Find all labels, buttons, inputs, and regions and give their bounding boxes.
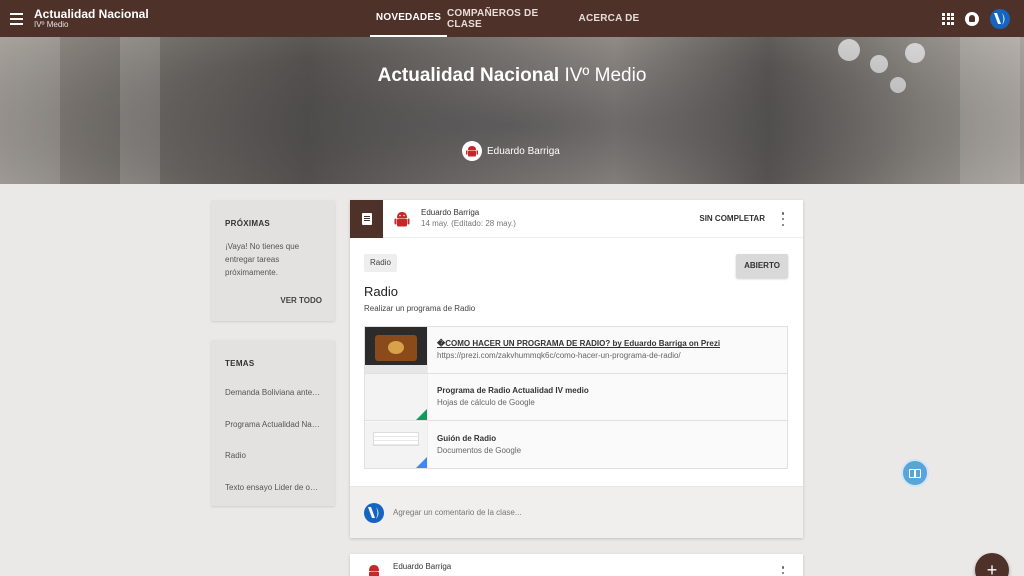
class-title-block: Actualidad Nacional IVº Medio (34, 6, 149, 30)
class-banner: Actualidad Nacional IVº Medio Eduardo Ba… (0, 37, 1024, 184)
android-avatar-icon (394, 211, 410, 226)
apps-grid-icon[interactable] (942, 12, 954, 25)
class-section: IVº Medio (34, 19, 69, 29)
top-right-actions (942, 0, 1010, 37)
profile-logo-icon[interactable] (990, 8, 1010, 29)
tab-acerca-de[interactable]: ACERCA DE (571, 0, 647, 37)
post-author-block: Eduardo Barriga 14 may. (Editado: 28 may… (421, 208, 516, 230)
docs-thumbnail (365, 421, 428, 468)
post-date: 14 may. (Editado: 28 may.) (421, 218, 516, 228)
sheets-thumbnail (365, 374, 428, 420)
profile-logo-icon (364, 502, 384, 523)
android-avatar-icon (369, 565, 379, 576)
attachment-prezi[interactable]: �COMO HACER UN PROGRAMA DE RADIO? by Edu… (365, 327, 787, 374)
assignment-icon (350, 199, 383, 238)
android-avatar-icon (462, 141, 482, 161)
assignment-post: Eduardo Barriga 14 may. (Editado: 28 may… (350, 199, 803, 538)
topic-item[interactable]: Radio (225, 440, 322, 472)
class-name: Actualidad Nacional (34, 6, 149, 21)
status-label[interactable]: SIN COMPLETAR (699, 214, 765, 223)
banner-title-bold: Actualidad Nacional (377, 65, 560, 86)
assignment-post-2: Eduardo Barriga (350, 554, 803, 576)
topic-chip[interactable]: Radio (364, 254, 397, 272)
attachment-title[interactable]: Guión de Radio (437, 433, 521, 445)
topic-item[interactable]: Programa Actualidad Nacional (225, 409, 322, 441)
attachment-title[interactable]: Programa de Radio Actualidad IV medio (437, 385, 589, 397)
attachment-sheet[interactable]: Programa de Radio Actualidad IV medio Ho… (365, 374, 787, 421)
post-author: Eduardo Barriga (393, 562, 452, 571)
upcoming-message: ¡Vaya! No tienes que entregar tareas pró… (225, 242, 300, 277)
class-comment-bar: Agregar un comentario de la clase... (350, 486, 803, 538)
attachment-title[interactable]: �COMO HACER UN PROGRAMA DE RADIO? by Edu… (437, 338, 720, 350)
assignment-description: Realizar un programa de Radio (364, 304, 476, 313)
open-button[interactable]: ABIERTO (736, 254, 788, 278)
top-app-bar: Actualidad Nacional IVº Medio NOVEDADES … (0, 0, 1024, 37)
teacher-chip[interactable]: Eduardo Barriga (462, 141, 560, 161)
attachment-type: Hojas de cálculo de Google (437, 398, 535, 407)
attachment-doc[interactable]: Guión de Radio Documentos de Google (365, 421, 787, 468)
post-author: Eduardo Barriga (421, 207, 480, 217)
topics-heading: TEMAS (225, 359, 255, 368)
attachment-url: https://prezi.com/zakvhummqk6c/como-hace… (437, 351, 681, 360)
topics-card: TEMAS Demanda Boliviana ante La Haya Pro… (211, 340, 335, 506)
see-all-button[interactable]: VER TODO (280, 296, 322, 305)
assignment-title[interactable]: Radio (364, 284, 398, 299)
menu-icon[interactable] (4, 0, 28, 37)
teacher-name: Eduardo Barriga (487, 145, 560, 157)
class-tabs: NOVEDADES COMPAÑEROS DE CLASE ACERCA DE (370, 0, 647, 37)
banner-title-light: IVº Medio (564, 65, 647, 86)
upcoming-card: PRÓXIMAS ¡Vaya! No tienes que entregar t… (211, 200, 335, 321)
topic-item[interactable]: Demanda Boliviana ante La Haya (225, 377, 322, 409)
more-vert-icon[interactable] (781, 566, 785, 576)
upcoming-heading: PRÓXIMAS (225, 219, 271, 228)
add-icon[interactable]: + (975, 553, 1009, 576)
attachment-type: Documentos de Google (437, 445, 522, 455)
attachments-list: �COMO HACER UN PROGRAMA DE RADIO? by Edu… (364, 326, 788, 469)
more-vert-icon[interactable] (781, 212, 785, 226)
topics-list: Demanda Boliviana ante La Haya Programa … (211, 377, 335, 503)
help-book-icon[interactable] (901, 459, 929, 487)
post-header: Eduardo Barriga 14 may. (Editado: 28 may… (350, 199, 803, 238)
topic-item[interactable]: Texto ensayo Lider de opinión (225, 472, 322, 504)
tab-novedades[interactable]: NOVEDADES (370, 0, 447, 37)
class-comment-input[interactable]: Agregar un comentario de la clase... (393, 508, 522, 517)
prezi-thumbnail (365, 327, 428, 373)
tab-companeros[interactable]: COMPAÑEROS DE CLASE (447, 0, 571, 37)
notifications-icon[interactable] (965, 11, 979, 26)
banner-title: Actualidad Nacional IVº Medio (0, 65, 1024, 87)
